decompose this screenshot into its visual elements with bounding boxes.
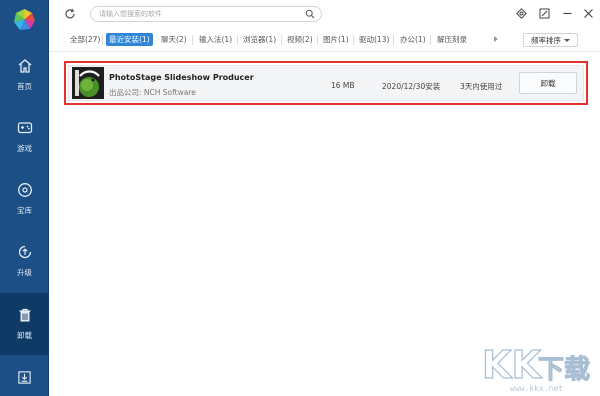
app-size: 16 MB: [331, 81, 355, 90]
close-button[interactable]: [581, 6, 595, 20]
tab-archive[interactable]: 解压刻录: [434, 33, 470, 46]
tabs-next-icon[interactable]: [494, 36, 498, 42]
tab-browser[interactable]: 浏览器(1): [240, 33, 279, 46]
app-logo-icon[interactable]: [12, 7, 37, 32]
chevron-down-icon: [564, 38, 570, 42]
tab-divider: [237, 35, 238, 45]
trash-icon: [19, 308, 30, 322]
minimize-icon: [563, 12, 571, 14]
search-input[interactable]: 请输入想搜索的软件: [90, 6, 322, 22]
tab-driver[interactable]: 驱动(13): [356, 33, 392, 46]
tab-image[interactable]: 图片(1): [320, 33, 352, 46]
sidebar-item-label: 游戏: [17, 144, 32, 153]
category-tabs: 全部(27) 最近安装(1) 聊天(2) 输入法(1) 浏览器(1) 视频(2)…: [49, 28, 600, 52]
sidebar-item-games[interactable]: 游戏: [0, 106, 49, 168]
download-icon: [18, 370, 31, 384]
top-toolbar: 请输入想搜索的软件: [49, 0, 600, 28]
tab-ime[interactable]: 输入法(1): [196, 33, 235, 46]
tab-recent[interactable]: 最近安装(1): [106, 33, 153, 46]
uninstall-button[interactable]: 卸载: [519, 72, 577, 94]
tab-chat[interactable]: 聊天(2): [158, 33, 190, 46]
search-icon[interactable]: [305, 9, 315, 19]
sidebar-item-uninstall[interactable]: 卸载: [0, 293, 49, 355]
tab-divider: [317, 35, 318, 45]
tab-all[interactable]: 全部(27): [67, 33, 103, 46]
app-name: PhotoStage Slideshow Producer: [109, 73, 254, 82]
sidebar: 首页 游戏 宝库 升级 卸载: [0, 0, 49, 396]
list-item[interactable]: PhotoStage Slideshow Producer 出品公司: NCH …: [64, 61, 588, 105]
tab-office[interactable]: 办公(1): [397, 33, 429, 46]
sort-label: 频率排序: [531, 35, 561, 45]
tab-divider: [192, 35, 193, 45]
tab-divider: [393, 35, 394, 45]
photostage-app-icon: [72, 67, 104, 99]
svg-text:KK: KK: [482, 343, 542, 387]
download-manager-button[interactable]: [0, 358, 49, 396]
sidebar-item-label: 首页: [17, 82, 32, 91]
home-icon: [18, 59, 31, 73]
app-last-used: 3天内使用过: [460, 82, 503, 91]
list-item-body: PhotoStage Slideshow Producer 出品公司: NCH …: [68, 65, 584, 101]
settings-diamond-icon: [515, 7, 527, 19]
tab-video[interactable]: 视频(2): [284, 33, 316, 46]
sidebar-item-label: 宝库: [17, 206, 32, 215]
app-install-date: 2020/12/30安装: [382, 82, 441, 91]
edit-icon: [539, 8, 549, 18]
sort-dropdown[interactable]: 频率排序: [523, 33, 578, 47]
sidebar-item-home[interactable]: 首页: [0, 44, 49, 106]
watermark-url: www.kkx.net: [510, 384, 563, 393]
svg-text:下载: 下载: [538, 355, 590, 385]
minimize-button[interactable]: [560, 6, 574, 20]
tab-divider: [353, 35, 354, 45]
app-list: PhotoStage Slideshow Producer 出品公司: NCH …: [49, 53, 600, 396]
search-placeholder: 请输入想搜索的软件: [99, 10, 162, 18]
sidebar-item-library[interactable]: 宝库: [0, 168, 49, 230]
tab-divider: [102, 35, 103, 45]
app-publisher: 出品公司: NCH Software: [109, 88, 196, 97]
gamepad-icon: [17, 122, 32, 134]
refresh-icon[interactable]: [64, 8, 76, 20]
sidebar-item-upgrade[interactable]: 升级: [0, 230, 49, 292]
settings-button[interactable]: [514, 6, 528, 20]
tab-divider: [430, 35, 431, 45]
upgrade-icon: [18, 245, 31, 259]
tool-button[interactable]: [537, 6, 551, 20]
disc-icon: [17, 183, 32, 197]
sidebar-item-label: 升级: [17, 268, 32, 277]
close-icon: [583, 8, 593, 18]
sidebar-item-label: 卸载: [17, 331, 32, 340]
tab-divider: [281, 35, 282, 45]
